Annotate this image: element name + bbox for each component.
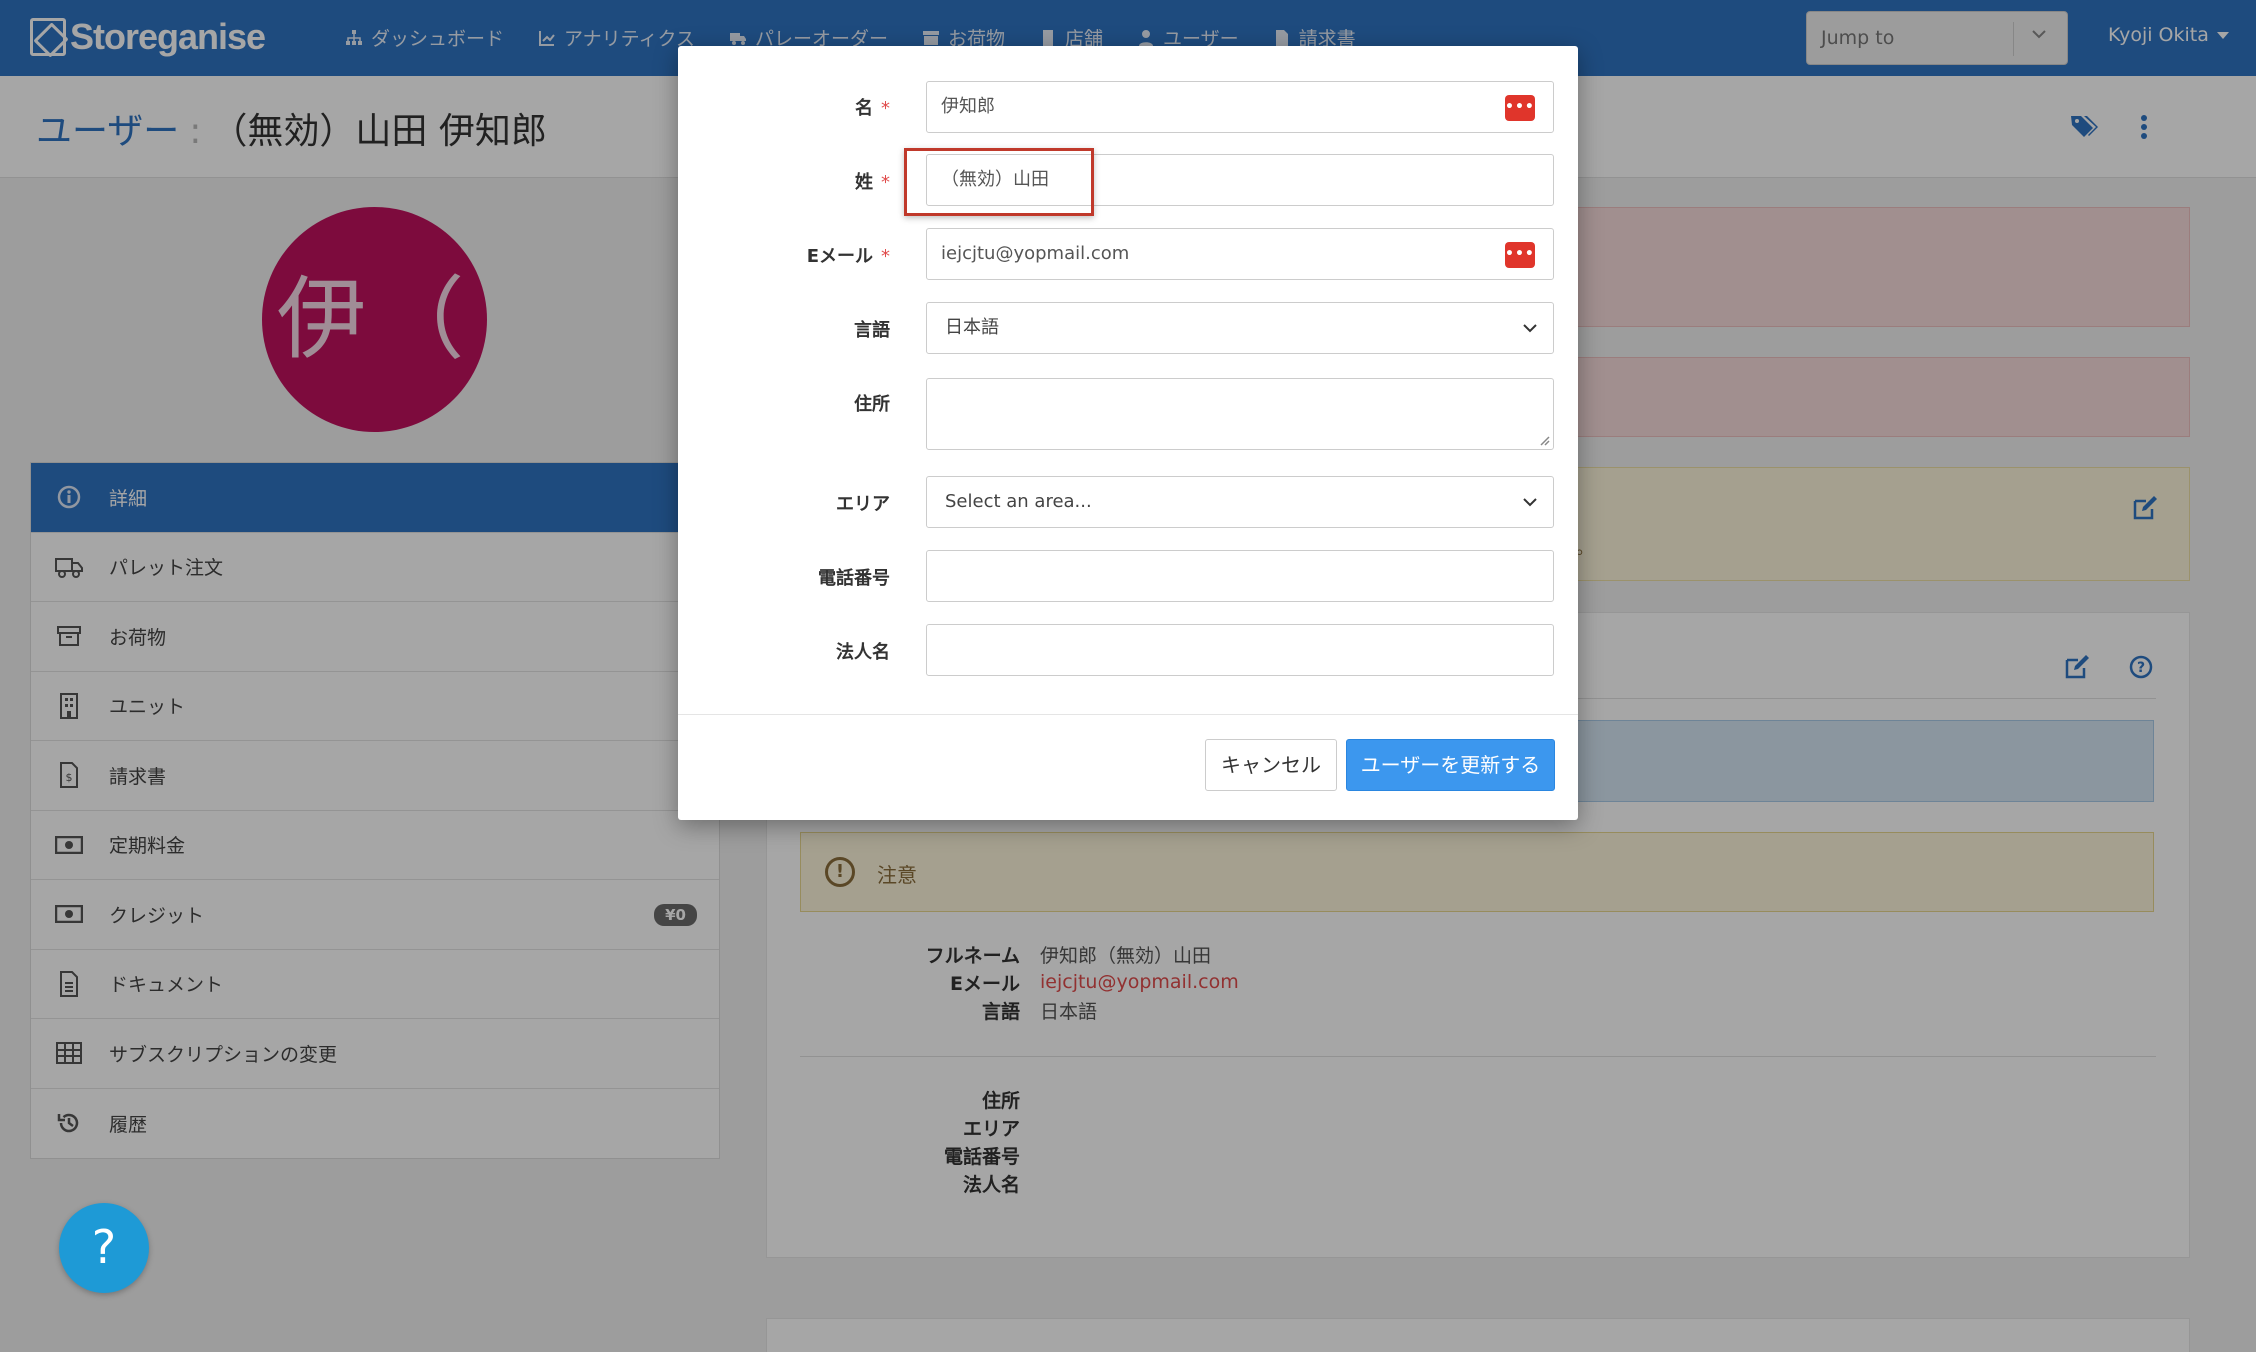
field-label-text: 姓 [855,172,873,193]
language-select[interactable]: 日本語 [926,302,1554,354]
password-manager-icon[interactable]: •••| [1505,242,1540,268]
chevron-down-icon [1523,498,1537,507]
update-user-button[interactable]: ユーザーを更新する [1346,739,1555,791]
edit-user-modal: 名 * 伊知郎 •••| 姓 * （無効）山田 Eメール * iejcjtu@yopm… [678,46,1578,820]
email-label: Eメール * [807,242,890,268]
company-label: 法人名 [836,642,890,663]
email-input[interactable]: iejcjtu@yopmail.com •••| [926,228,1554,280]
language-label: 言語 [854,320,890,341]
modal-footer: キャンセル ユーザーを更新する [678,714,1578,820]
field-label-text: Eメール [806,246,873,267]
language-value: 日本語 [945,317,999,338]
company-input[interactable] [926,624,1554,676]
email-value: iejcjtu@yopmail.com [941,243,1130,264]
phone-input[interactable] [926,550,1554,602]
help-button[interactable]: ? [59,1203,149,1293]
required-marker: * [881,246,890,267]
required-marker: * [881,172,890,193]
resize-handle-icon[interactable] [1538,434,1550,446]
phone-label: 電話番号 [818,568,890,589]
last-name-label: 姓 * [855,168,890,194]
area-label: エリア [836,494,890,515]
first-name-label: 名 * [855,94,890,120]
required-marker: * [881,98,890,119]
first-name-input[interactable]: 伊知郎 •••| [926,81,1554,133]
cancel-button[interactable]: キャンセル [1205,739,1337,791]
last-name-input[interactable]: （無効）山田 [926,154,1554,206]
last-name-value: （無効）山田 [941,169,1049,190]
first-name-value: 伊知郎 [941,96,995,117]
address-label: 住所 [854,394,890,415]
area-value: Select an area... [945,491,1092,512]
field-label-text: 名 [855,98,873,119]
password-manager-icon[interactable]: •••| [1505,95,1540,121]
address-textarea[interactable] [926,378,1554,450]
area-select[interactable]: Select an area... [926,476,1554,528]
chevron-down-icon [1523,324,1537,333]
